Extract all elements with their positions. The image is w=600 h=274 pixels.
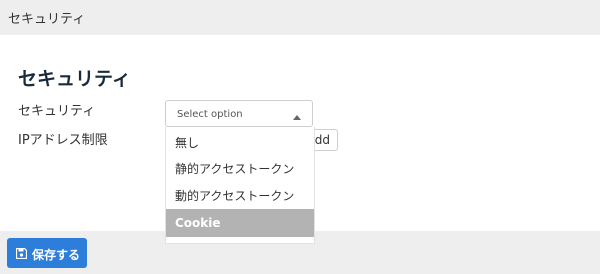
floppy-disk-icon	[16, 248, 27, 259]
top-bar: セキュリティ	[0, 0, 600, 35]
option-static-access-token[interactable]: 静的アクセストークン	[166, 155, 314, 183]
option-dynamic-access-token[interactable]: 動的アクセストークン	[166, 182, 314, 210]
select-placeholder: Select option	[177, 109, 243, 120]
option-none[interactable]: 無し	[166, 129, 314, 157]
security-label: セキュリティ	[18, 104, 96, 119]
save-button[interactable]: 保存する	[7, 238, 87, 268]
save-button-label: 保存する	[32, 248, 81, 262]
caret-up-icon	[293, 115, 301, 120]
page-title: セキュリティ	[18, 68, 131, 90]
option-cookie[interactable]: Cookie	[166, 209, 314, 237]
top-bar-title: セキュリティ	[8, 12, 86, 27]
ip-restriction-label: IPアドレス制限	[18, 133, 108, 148]
security-dropdown-menu: 無し 静的アクセストークン 動的アクセストークン Cookie	[165, 127, 315, 244]
security-select[interactable]: Select option	[165, 100, 313, 127]
